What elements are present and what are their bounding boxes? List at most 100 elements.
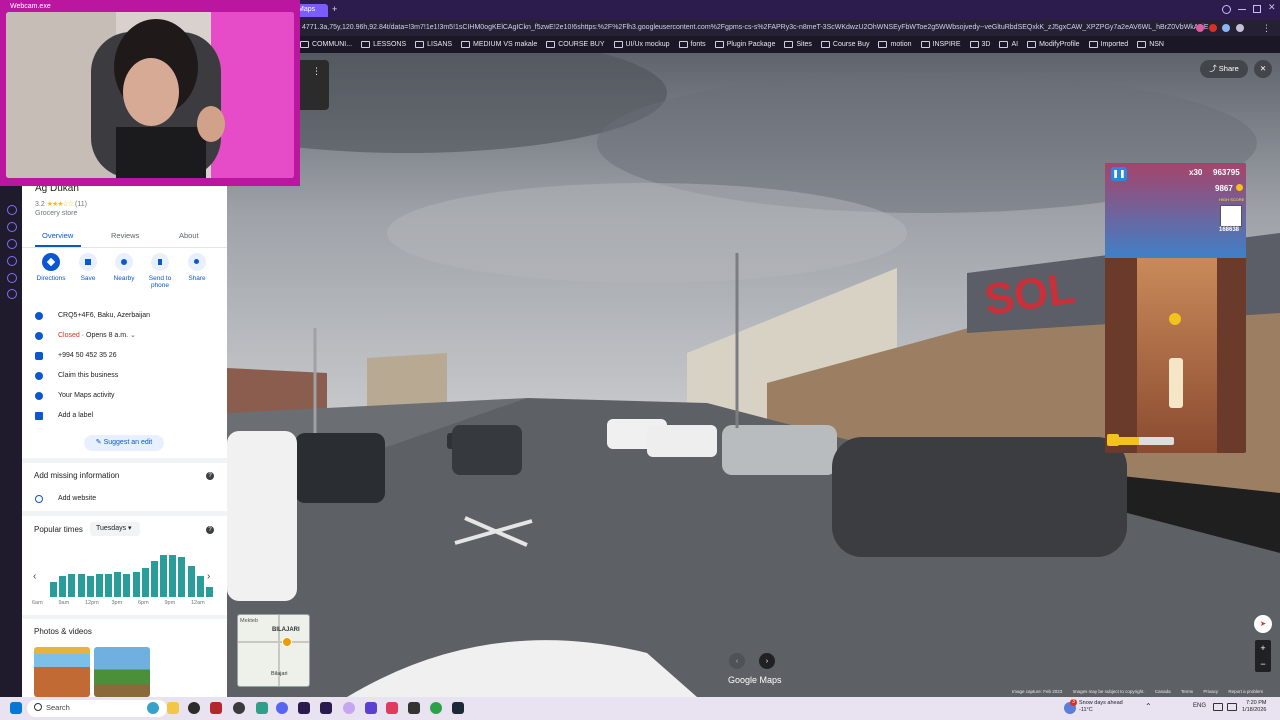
popular-times-bar[interactable]: [178, 557, 186, 597]
popular-times-bar[interactable]: [141, 567, 149, 597]
active-browser-icon[interactable]: [343, 702, 355, 714]
popular-times-bar[interactable]: [68, 573, 76, 597]
popular-times-bar[interactable]: [187, 565, 195, 597]
extension-icon[interactable]: [1222, 24, 1230, 32]
profile-avatar-icon[interactable]: [1236, 24, 1244, 32]
popular-times-bar[interactable]: [205, 586, 213, 597]
minimize-icon[interactable]: [1238, 9, 1246, 10]
phone-text[interactable]: +994 50 452 35 26: [58, 349, 117, 363]
chevron-up-icon[interactable]: ⌃: [1145, 702, 1152, 711]
footer-link-region[interactable]: Canada: [1155, 689, 1171, 694]
add-website-row[interactable]: Add website: [35, 492, 220, 506]
extension-icon[interactable]: [1209, 24, 1217, 32]
footer-link-terms[interactable]: Terms: [1181, 689, 1193, 694]
footer-link-privacy[interactable]: Privacy: [1203, 689, 1218, 694]
photo-thumbnail[interactable]: [34, 647, 90, 697]
next-arrow-button[interactable]: ›: [759, 653, 775, 669]
new-tab-button[interactable]: +: [332, 4, 337, 14]
maximize-icon[interactable]: [1253, 5, 1261, 13]
after-effects-icon[interactable]: [298, 702, 310, 714]
hours-row[interactable]: Closed · Opens 8 a.m. ⌄: [35, 329, 220, 343]
app-icon[interactable]: [210, 702, 222, 714]
directions-button[interactable]: Directions: [34, 253, 68, 282]
extension-icon[interactable]: [1196, 24, 1204, 32]
clock[interactable]: 7:20 PM 1/18/2026: [1242, 700, 1266, 714]
popular-times-bar[interactable]: [196, 576, 204, 597]
bookmark-item[interactable]: COURSE BUY: [546, 36, 605, 53]
popular-times-bar[interactable]: [160, 555, 168, 597]
wifi-icon[interactable]: [1213, 703, 1223, 711]
zoom-in-button[interactable]: +: [1255, 640, 1271, 656]
activity-row[interactable]: Your Maps activity: [35, 389, 220, 403]
help-icon[interactable]: ?: [206, 472, 214, 480]
bookmark-item[interactable]: AI: [999, 36, 1018, 53]
popular-times-bar[interactable]: [86, 576, 94, 597]
phone-row[interactable]: +994 50 452 35 26: [35, 349, 220, 363]
pause-button[interactable]: ❚❚: [1111, 167, 1127, 181]
tab-about[interactable]: About: [179, 231, 199, 240]
bookmark-item[interactable]: Imported: [1088, 36, 1128, 53]
close-window-icon[interactable]: ✕: [1268, 2, 1276, 13]
app-icon[interactable]: [430, 702, 442, 714]
popular-times-bar[interactable]: [95, 573, 103, 597]
bookmark-item[interactable]: LESSONS: [361, 36, 406, 53]
chrome-icon[interactable]: [233, 702, 245, 714]
bookmark-item[interactable]: UI/Ux mockup: [613, 36, 670, 53]
popular-times-bar[interactable]: [114, 571, 122, 597]
minimap[interactable]: Mekteb BILAJARI Bilajari: [237, 614, 310, 687]
app-icon[interactable]: [188, 702, 200, 714]
sidebar-app-icon[interactable]: [7, 273, 17, 283]
close-street-view-button[interactable]: ✕: [1254, 60, 1272, 78]
label-text[interactable]: Add a label: [58, 409, 93, 423]
compass-icon[interactable]: ➤: [1254, 615, 1272, 633]
help-icon[interactable]: ?: [206, 526, 214, 534]
bookmark-item[interactable]: Course Buy: [820, 36, 869, 53]
popular-times-bar[interactable]: [123, 573, 131, 597]
claim-row[interactable]: Claim this business: [35, 369, 220, 383]
discord-icon[interactable]: [276, 702, 288, 714]
menu-dots-icon[interactable]: ⋮: [312, 66, 321, 77]
app-icon[interactable]: [386, 702, 398, 714]
popular-times-bar[interactable]: [105, 573, 113, 597]
place-category[interactable]: Grocery store: [35, 210, 77, 217]
address-text[interactable]: CRQ5+4F6, Baku, Azerbaijan: [58, 309, 150, 323]
bookmark-item[interactable]: 3D: [969, 36, 990, 53]
activity-text[interactable]: Your Maps activity: [58, 389, 115, 403]
popular-times-bar[interactable]: [132, 571, 140, 597]
url-text[interactable]: 4771.3a,75y,120.96h,92.84t/data=!3m7!1e1…: [302, 20, 1209, 36]
label-row[interactable]: Add a label: [35, 409, 220, 423]
review-count[interactable]: (11): [75, 201, 87, 208]
bookmark-item[interactable]: ModifyProfile: [1027, 36, 1080, 53]
send-to-phone-button[interactable]: Send to phone: [143, 253, 177, 289]
suggest-edit-button[interactable]: ✎ Suggest an edit: [84, 435, 164, 451]
app-icon[interactable]: [256, 702, 268, 714]
edge-browser-icon[interactable]: [147, 702, 159, 714]
share-street-view-button[interactable]: ⤴ Share: [1200, 60, 1248, 78]
zoom-out-button[interactable]: −: [1255, 656, 1271, 672]
chevron-down-icon[interactable]: ⌄: [130, 332, 136, 339]
weather-widget[interactable]: Snow days ahead -11°C: [1079, 700, 1123, 714]
search-tabs-icon[interactable]: [1222, 5, 1231, 14]
popular-times-bar[interactable]: [50, 582, 58, 597]
popular-times-bar[interactable]: [59, 576, 67, 597]
popular-times-bar[interactable]: [150, 561, 158, 597]
windows-start-icon[interactable]: [10, 702, 22, 714]
bookmark-item[interactable]: Sites: [784, 36, 812, 53]
day-select[interactable]: Tuesdays ▾: [90, 522, 140, 536]
add-website-text[interactable]: Add website: [58, 492, 96, 506]
sidebar-app-icon[interactable]: [7, 256, 17, 266]
bookmark-item[interactable]: MEDIUM VS makale: [461, 36, 537, 53]
save-button[interactable]: Save: [71, 253, 105, 282]
nearby-button[interactable]: Nearby: [107, 253, 141, 282]
address-row[interactable]: CRQ5+4F6, Baku, Azerbaijan: [35, 309, 220, 323]
sidebar-app-icon[interactable]: [7, 239, 17, 249]
popular-times-bar[interactable]: [77, 573, 85, 597]
bookmark-item[interactable]: COMMUNI...: [300, 36, 352, 53]
bookmark-item[interactable]: INSPIRE: [920, 36, 961, 53]
file-explorer-icon[interactable]: [167, 702, 179, 714]
footer-link-report[interactable]: Report a problem: [1228, 689, 1263, 694]
share-button[interactable]: Share: [180, 253, 214, 282]
premiere-icon[interactable]: [320, 702, 332, 714]
bookmark-item[interactable]: motion: [878, 36, 912, 53]
menu-dots-icon[interactable]: ⋮: [1262, 20, 1271, 36]
